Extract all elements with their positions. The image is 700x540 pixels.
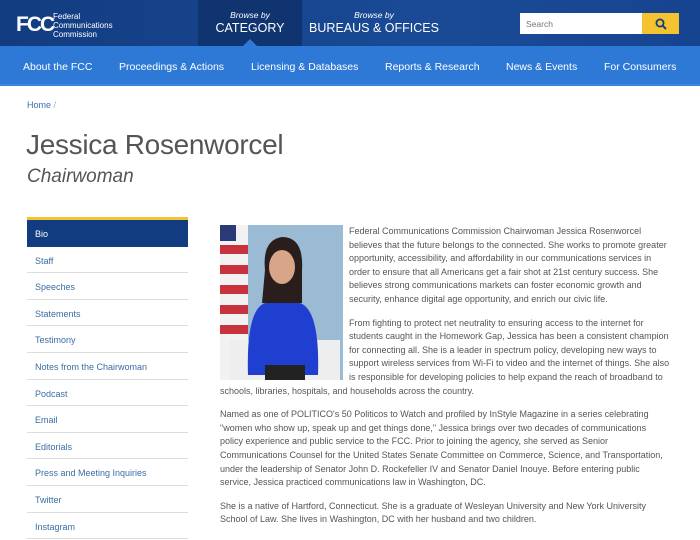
- bio-paragraph: She is a native of Hartford, Connecticut…: [220, 500, 647, 525]
- sidebar-item-email[interactable]: Email: [27, 406, 188, 433]
- sidebar-menu: Bio Staff Speeches Statements Testimony …: [27, 217, 188, 540]
- sidebar-item-notes[interactable]: Notes from the Chairwoman: [27, 353, 188, 380]
- main-nav: About the FCC Proceedings & Actions Lice…: [0, 46, 700, 86]
- sidebar-item-staff[interactable]: Staff: [27, 247, 188, 274]
- search-input[interactable]: [520, 13, 642, 34]
- sidebar-item-podcast[interactable]: Podcast: [27, 380, 188, 407]
- active-caret: [243, 39, 257, 46]
- browse-title: BUREAUS & OFFICES: [309, 21, 439, 35]
- sidebar-item-editorials[interactable]: Editorials: [27, 433, 188, 460]
- sidebar-item-twitter[interactable]: Twitter: [27, 486, 188, 513]
- nav-about[interactable]: About the FCC: [23, 61, 92, 73]
- search-icon: [655, 18, 667, 30]
- agency-line: Commission: [53, 30, 98, 39]
- page-title: Jessica Rosenworcel: [26, 129, 284, 160]
- site-header: FCC Federal Communications Commission Br…: [0, 0, 700, 46]
- nav-reports[interactable]: Reports & Research: [385, 61, 480, 73]
- page-subtitle: Chairwoman: [27, 166, 134, 187]
- sidebar-item-speeches[interactable]: Speeches: [27, 273, 188, 300]
- sidebar-item-bio[interactable]: Bio: [27, 220, 188, 247]
- sidebar-item-instagram[interactable]: Instagram: [27, 513, 188, 540]
- bio-paragraph: Named as one of POLITICO's 50 Politicos …: [220, 409, 663, 488]
- nav-proceedings[interactable]: Proceedings & Actions: [119, 61, 224, 73]
- portrait-photo: [220, 225, 343, 380]
- nav-news[interactable]: News & Events: [506, 61, 577, 73]
- breadcrumb-home[interactable]: Home: [27, 100, 51, 110]
- bio-content: Federal Communications Commission Chairw…: [220, 225, 670, 537]
- agency-line: Communications: [53, 21, 113, 30]
- sidebar-item-testimony[interactable]: Testimony: [27, 326, 188, 353]
- sidebar-item-statements[interactable]: Statements: [27, 300, 188, 327]
- browse-title: CATEGORY: [215, 21, 285, 35]
- browse-by-bureaus[interactable]: Browse by BUREAUS & OFFICES: [304, 0, 444, 46]
- search-button[interactable]: [642, 13, 679, 34]
- nav-licensing[interactable]: Licensing & Databases: [251, 61, 358, 73]
- nav-consumers[interactable]: For Consumers: [604, 61, 676, 73]
- browse-label: Browse by: [230, 10, 270, 20]
- fcc-logo[interactable]: FCC: [16, 13, 55, 37]
- sidebar-item-press[interactable]: Press and Meeting Inquiries: [27, 459, 188, 486]
- browse-label: Browse by: [354, 10, 394, 20]
- breadcrumb-separator: /: [53, 100, 57, 110]
- breadcrumb: Home /: [27, 100, 56, 110]
- agency-name[interactable]: Federal Communications Commission: [53, 12, 113, 39]
- agency-line: Federal: [53, 12, 81, 21]
